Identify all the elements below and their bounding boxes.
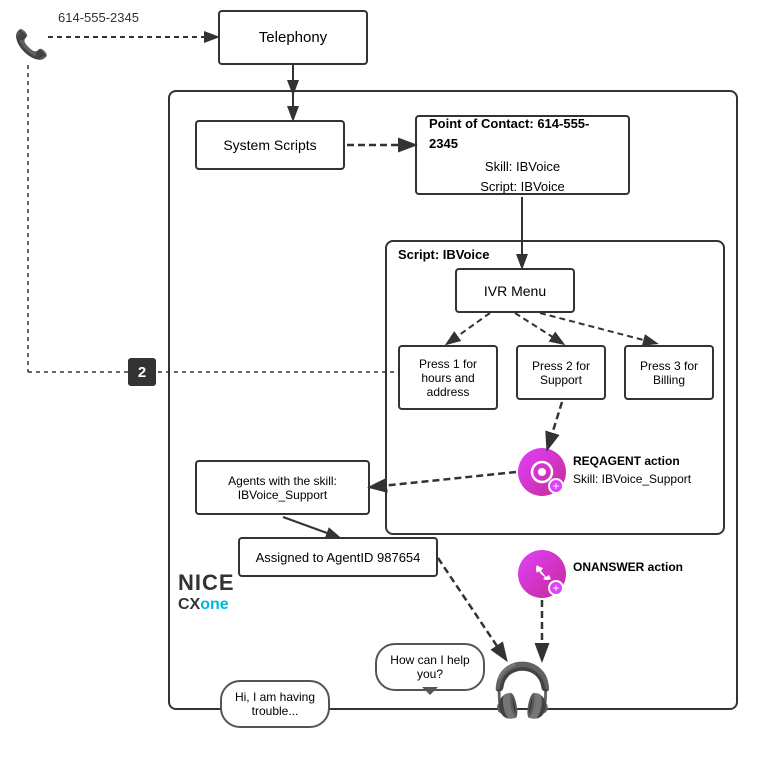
- reqagent-label: REQAGENT action Skill: IBVoice_Support: [573, 452, 691, 488]
- phone-icon: 📞: [14, 28, 49, 61]
- onanswer-pink-icon: +: [518, 550, 566, 598]
- onanswer-label: ONANSWER action: [573, 560, 683, 574]
- headset-icon: 🎧: [490, 660, 555, 721]
- system-scripts-box: System Scripts: [195, 120, 345, 170]
- reqagent-icon: +: [518, 448, 566, 496]
- poc-box: Point of Contact: 614-555-2345 Skill: IB…: [415, 115, 630, 195]
- telephony-box: Telephony: [218, 10, 368, 65]
- reqagent-plus: +: [548, 478, 564, 494]
- agent-speech-bubble: How can I help you?: [375, 643, 485, 691]
- agents-box: Agents with the skill: IBVoice_Support: [195, 460, 370, 515]
- press2-box: Press 2 for Support: [516, 345, 606, 400]
- press3-box: Press 3 for Billing: [624, 345, 714, 400]
- assigned-box: Assigned to AgentID 987654: [238, 537, 438, 577]
- nice-cxone-logo: NICE CXone: [178, 570, 235, 614]
- badge-2: 2: [128, 358, 156, 386]
- reqagent-pink-icon: +: [518, 448, 566, 496]
- press1-box: Press 1 for hours and address: [398, 345, 498, 410]
- onanswer-plus: +: [548, 580, 564, 596]
- phone-number-label: 614-555-2345: [58, 10, 139, 25]
- onanswer-icon: +: [518, 550, 566, 598]
- ivr-menu-box: IVR Menu: [455, 268, 575, 313]
- caller-speech-bubble: Hi, I am having trouble...: [220, 680, 330, 728]
- script-label: Script: IBVoice: [398, 247, 490, 262]
- diagram-container: Script: IBVoice 📞 614-555-2345 Telephony…: [0, 0, 764, 757]
